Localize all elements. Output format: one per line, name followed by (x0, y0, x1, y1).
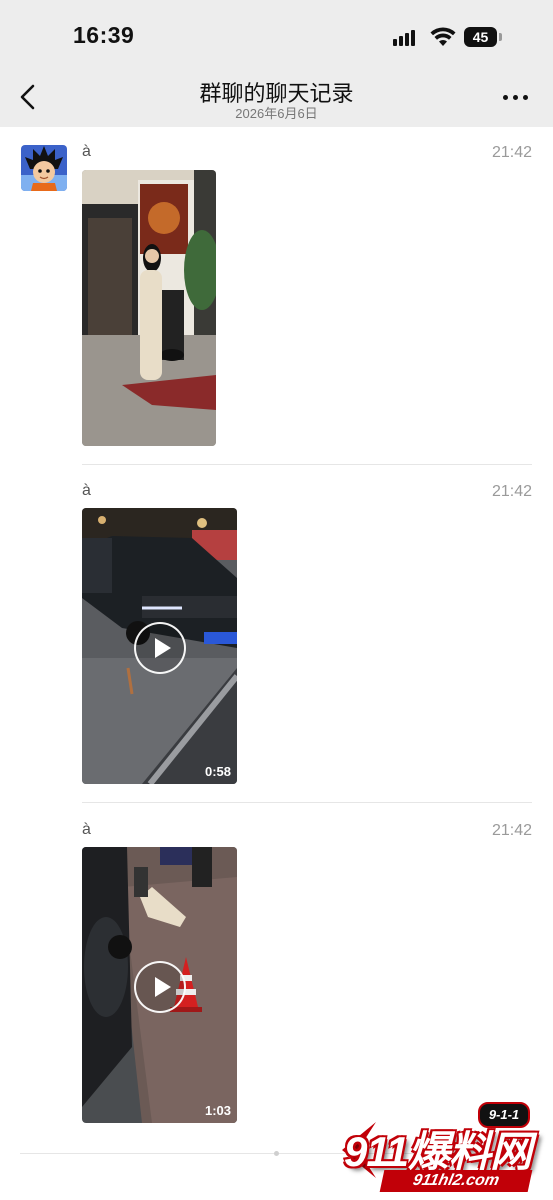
message-time: 21:42 (491, 483, 532, 500)
watermark-url: 911hl2.com (379, 1170, 533, 1192)
watermark-logo: 9-1-1 911爆料网 911hl2.com (338, 1100, 553, 1200)
avatar[interactable] (21, 145, 67, 191)
play-icon[interactable] (134, 961, 186, 1013)
battery-icon: 45 (464, 27, 497, 47)
nav-bar: 群聊的聊天记录 2026年6月6日 (0, 72, 553, 127)
page-subtitle: 2026年6月6日 (235, 106, 318, 121)
video-duration: 1:03 (204, 1103, 231, 1118)
cellular-signal-icon (393, 30, 419, 46)
more-options-button[interactable] (500, 90, 532, 104)
message-time: 21:42 (491, 822, 532, 839)
page-indicator-dot (274, 1151, 279, 1156)
video-message-thumbnail[interactable]: 1:03 (82, 847, 237, 1123)
status-bar: 16:39 45 (0, 0, 553, 72)
message-divider (82, 802, 532, 803)
message-divider (82, 464, 532, 465)
status-time: 16:39 (73, 22, 135, 48)
message-time: 21:42 (491, 144, 532, 161)
sender-name: à (82, 143, 91, 160)
sender-name: à (82, 482, 91, 499)
play-icon[interactable] (134, 622, 186, 674)
video-message-thumbnail[interactable]: 0:58 (82, 508, 237, 784)
wifi-icon (430, 27, 456, 46)
image-message-thumbnail[interactable] (82, 170, 216, 446)
sender-name: à (82, 821, 91, 838)
video-duration: 0:58 (204, 764, 231, 779)
battery-tip (499, 33, 502, 41)
